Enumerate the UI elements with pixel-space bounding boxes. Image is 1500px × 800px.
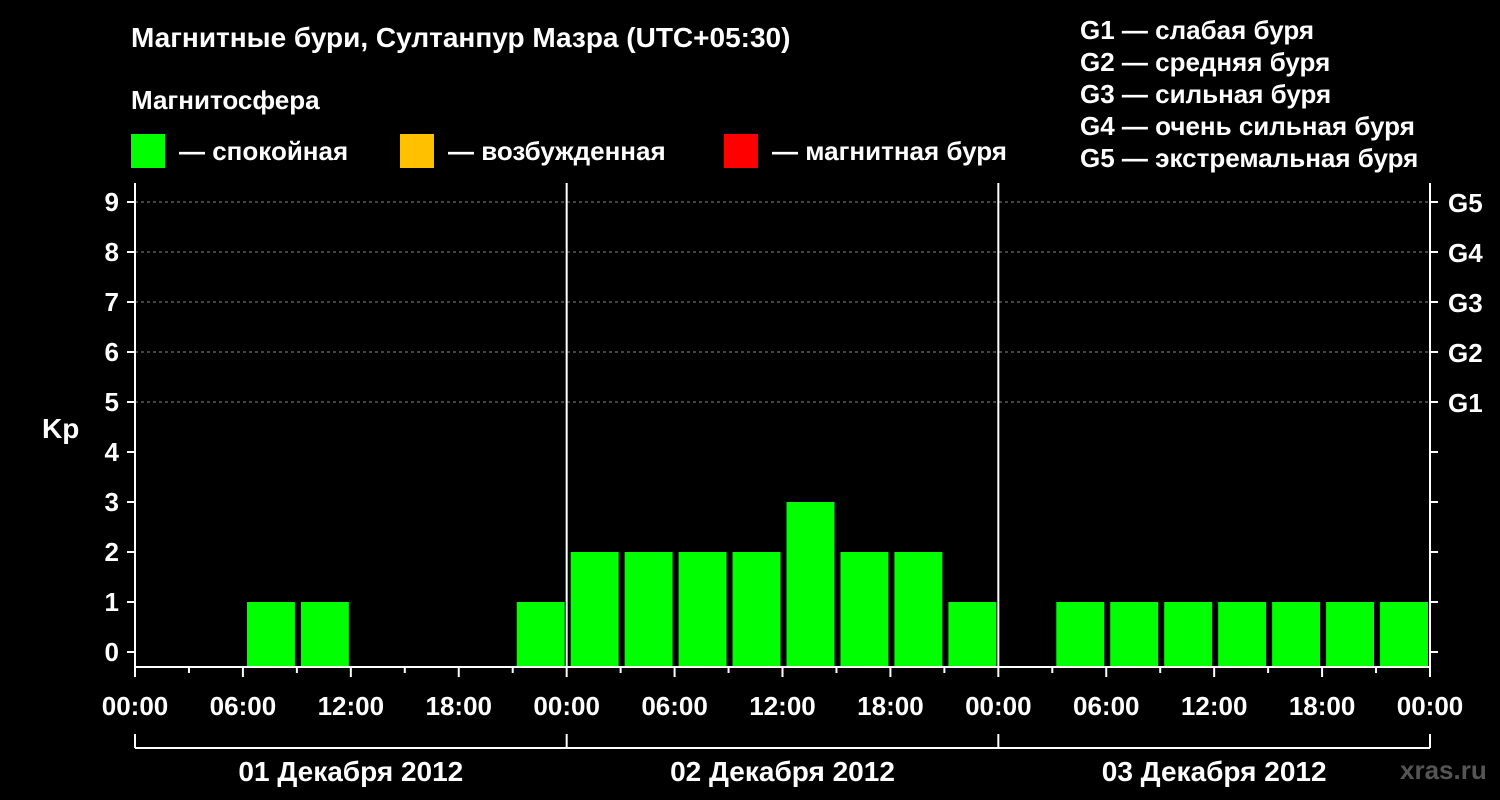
day-label: 01 Декабря 2012 bbox=[238, 756, 463, 787]
x-tick-label: 00:00 bbox=[533, 691, 600, 721]
watermark: xras.ru bbox=[1400, 755, 1487, 785]
x-tick-label: 00:00 bbox=[1397, 691, 1464, 721]
kp-bar bbox=[246, 602, 295, 667]
g-level-label: G3 bbox=[1448, 288, 1483, 318]
x-tick-label: 12:00 bbox=[1181, 691, 1248, 721]
x-tick-label: 12:00 bbox=[749, 691, 816, 721]
g-level-label: G4 bbox=[1448, 238, 1483, 268]
kp-bar bbox=[948, 602, 997, 667]
x-tick-label: 06:00 bbox=[1073, 691, 1140, 721]
kp-bar bbox=[840, 552, 889, 667]
x-tick-label: 18:00 bbox=[857, 691, 924, 721]
kp-bar bbox=[894, 552, 943, 667]
kp-bar bbox=[624, 552, 673, 667]
y-tick-label: 6 bbox=[105, 337, 119, 367]
y-tick-label: 4 bbox=[105, 437, 120, 467]
y-tick-label: 9 bbox=[105, 187, 119, 217]
kp-bar-chart: 0 1 2 3 4 5 6 7 8 9 G1 G2 G3 G4 G5 Kp 00:00 06:00 12:00 18:… bbox=[42, 183, 1483, 787]
kp-bar bbox=[1218, 602, 1267, 667]
kp-bar bbox=[1056, 602, 1105, 667]
kp-bar bbox=[1272, 602, 1321, 667]
day-label: 02 Декабря 2012 bbox=[670, 756, 895, 787]
kp-bar bbox=[1164, 602, 1213, 667]
kp-bar bbox=[678, 552, 727, 667]
y-tick-label: 7 bbox=[105, 287, 119, 317]
x-tick-label: 00:00 bbox=[102, 691, 169, 721]
kp-bar bbox=[300, 602, 349, 667]
y-tick-label: 3 bbox=[105, 487, 119, 517]
kp-bar bbox=[732, 552, 781, 667]
y-tick-label: 1 bbox=[105, 587, 119, 617]
kp-bar bbox=[570, 552, 619, 667]
y-tick-label: 5 bbox=[105, 387, 119, 417]
y-axis-label: Kp bbox=[42, 413, 79, 444]
kp-bar bbox=[1110, 602, 1159, 667]
kp-bar bbox=[1326, 602, 1375, 667]
y-tick-label: 8 bbox=[105, 237, 119, 267]
x-tick-label: 12:00 bbox=[318, 691, 385, 721]
x-tick-label: 06:00 bbox=[210, 691, 277, 721]
g-level-label: G5 bbox=[1448, 188, 1483, 218]
kp-bar bbox=[1380, 602, 1428, 667]
x-tick-label: 00:00 bbox=[965, 691, 1032, 721]
kp-bar bbox=[786, 502, 835, 667]
x-tick-label: 18:00 bbox=[1289, 691, 1356, 721]
x-tick-label: 06:00 bbox=[641, 691, 708, 721]
kp-bar bbox=[516, 602, 565, 667]
g-level-label: G2 bbox=[1448, 338, 1483, 368]
x-tick-label: 18:00 bbox=[426, 691, 493, 721]
day-label: 03 Декабря 2012 bbox=[1102, 756, 1327, 787]
g-level-label: G1 bbox=[1448, 388, 1483, 418]
y-tick-label: 0 bbox=[105, 637, 119, 667]
y-tick-label: 2 bbox=[105, 537, 119, 567]
